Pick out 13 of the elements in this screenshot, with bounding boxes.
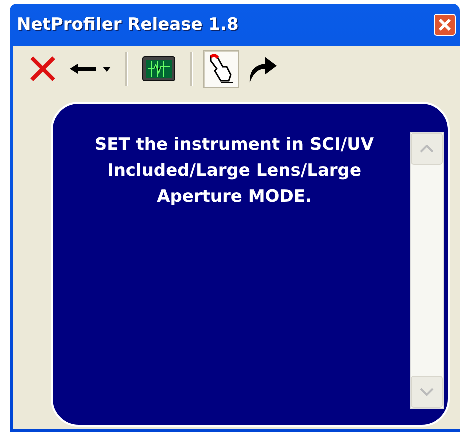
forward-arrow-icon — [247, 54, 279, 84]
monitor-icon — [142, 56, 176, 82]
close-button[interactable] — [434, 14, 456, 36]
close-icon — [438, 18, 452, 32]
toolbar-button[interactable] — [203, 50, 239, 88]
chevron-up-icon — [420, 145, 434, 153]
back-arrow-icon — [69, 63, 97, 75]
chevron-down-icon — [420, 388, 434, 396]
message-text: SET the instrument in SCI/UV Included/Large Lens/Large Aperture MODE. — [94, 134, 376, 209]
delete-icon — [29, 56, 57, 82]
caret-icon — [103, 66, 111, 72]
window-title: NetProfiler Release 1.8 — [17, 15, 239, 35]
pointer-hand-icon — [207, 53, 235, 85]
